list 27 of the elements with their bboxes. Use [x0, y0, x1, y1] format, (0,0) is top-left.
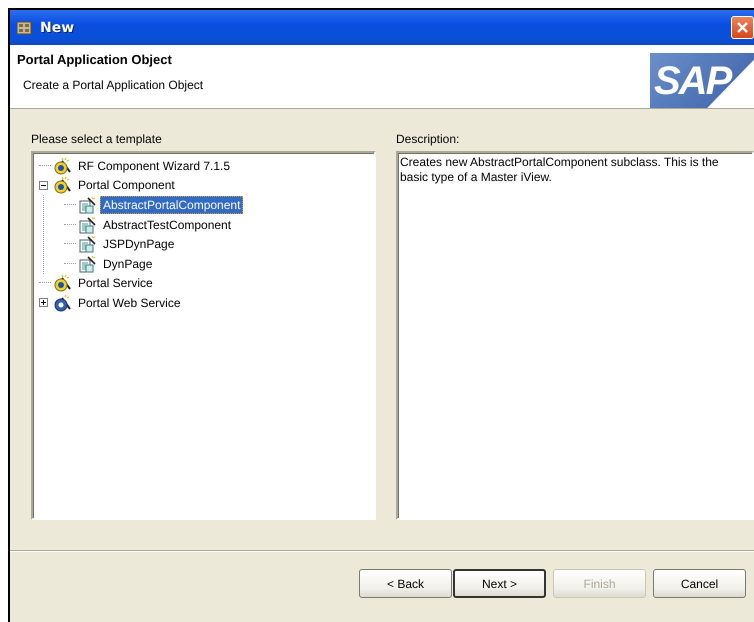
- tree-item[interactable]: AbstractPortalComponent: [100, 196, 244, 214]
- document-icon: [78, 196, 96, 214]
- window-title: New: [40, 20, 74, 36]
- panel-label: Description:: [396, 132, 460, 146]
- tree-item[interactable]: RF Component Wizard 7.1.5: [75, 156, 234, 175]
- document-icon: [78, 235, 96, 254]
- dialog-button[interactable]: Cancel: [653, 569, 746, 598]
- tree-item[interactable]: JSPDynPage: [100, 235, 178, 254]
- tree-item[interactable]: Portal Web Service: [75, 294, 184, 312]
- tree-item[interactable]: AbstractTestComponent: [100, 216, 234, 234]
- plus-icon: [39, 298, 48, 308]
- expand-toggle[interactable]: [39, 298, 48, 308]
- tree-item[interactable]: DynPage: [100, 254, 156, 273]
- window-icon: [16, 20, 32, 34]
- page-title: Portal Application Object: [17, 52, 173, 67]
- document-icon: [78, 216, 96, 234]
- panel-label: Please select a template: [31, 132, 163, 146]
- dialog-button[interactable]: < Back: [359, 569, 452, 598]
- document-icon: [78, 254, 96, 273]
- collapse-toggle[interactable]: [39, 180, 48, 190]
- page-subtitle: Create a Portal Application Object: [22, 78, 204, 92]
- description-text: Creates new AbstractPortalComponent subclass. This is the basic type of a Master iView.: [400, 155, 720, 185]
- tree-item[interactable]: Portal Component: [75, 176, 178, 194]
- logo: SAP: [650, 53, 754, 108]
- close-button[interactable]: [731, 16, 754, 39]
- tree-item[interactable]: Portal Service: [75, 274, 156, 292]
- dialog-button[interactable]: Next >: [453, 569, 546, 598]
